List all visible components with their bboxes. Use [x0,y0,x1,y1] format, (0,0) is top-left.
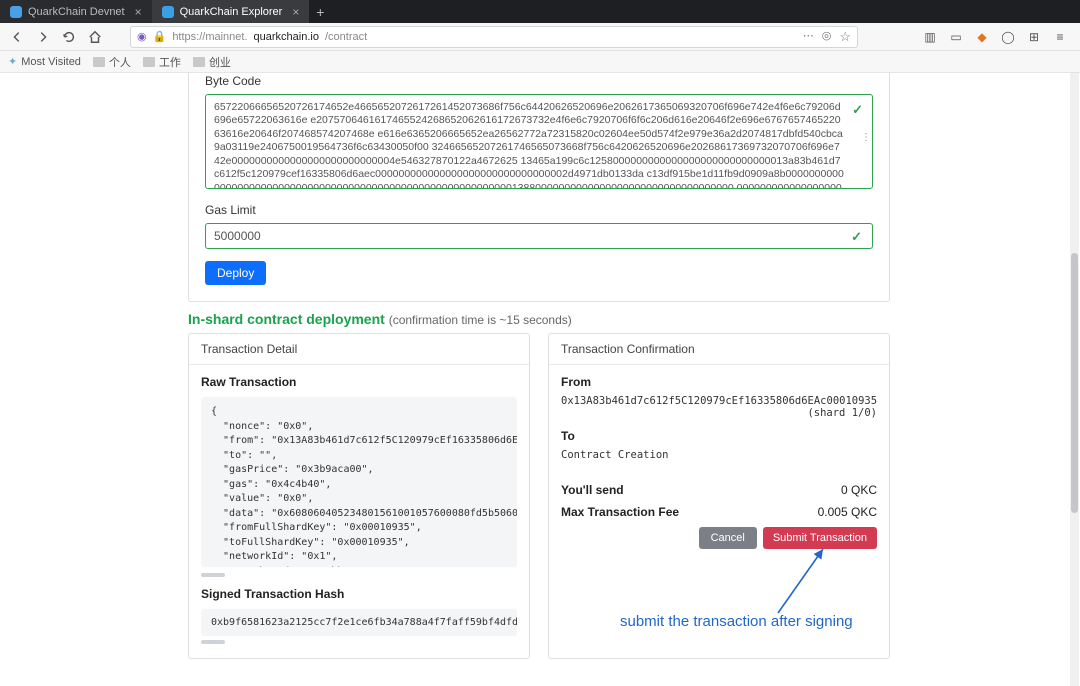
nav-toolbar: ◉ 🔒 https://mainnet. quarkchain.io/contra… [0,23,1080,51]
bookmark-most-visited[interactable]: ✦ Most Visited [8,55,81,68]
favicon-devnet [10,6,22,18]
close-icon[interactable]: × [135,5,142,19]
deploy-card: Byte Code 65722066656520726174652e466565… [188,73,890,302]
bytecode-value: 65722066656520726174652e4665652072617261… [214,101,844,189]
tab-explorer[interactable]: QuarkChain Explorer × [152,0,310,23]
section-subtitle: (confirmation time is ~15 seconds) [389,313,572,327]
back-button[interactable] [6,26,28,48]
bookmark-label: 个人 [109,54,131,70]
youll-send-value: 0 QKC [841,483,877,497]
signed-hash-box[interactable]: 0xb9f6581623a2125cc7f2e1ce6fb34a788a4f7f… [201,609,517,636]
forward-button[interactable] [32,26,54,48]
check-icon: ✓ [851,229,862,245]
from-shard: (shard 1/0) [561,407,877,419]
check-icon: ✓ [852,102,863,118]
scrollbar-thumb[interactable] [1071,253,1078,513]
library-icon[interactable]: ▥ [922,29,938,45]
url-prefix: https://mainnet. [172,31,247,43]
page-scrollbar[interactable] [1070,73,1079,686]
tab-devnet[interactable]: QuarkChain Devnet × [0,0,152,23]
close-icon[interactable]: × [292,5,299,19]
sidebar-icon[interactable]: ▭ [948,29,964,45]
shield-icon: ◉ [137,30,147,43]
gaslimit-label: Gas Limit [205,203,873,217]
transaction-detail-panel: Transaction Detail Raw Transaction { "no… [188,333,530,659]
gaslimit-input[interactable]: 5000000 ✓ [205,223,873,249]
to-value: Contract Creation [561,449,877,461]
url-host: quarkchain.io [254,31,319,43]
scroll-thumb[interactable] [201,573,225,577]
bookmark-label: 创业 [209,54,231,70]
page-actions-icon[interactable]: ⋯ [803,29,814,45]
annotation-arrow-icon [768,543,838,617]
folder-icon [193,57,205,67]
raw-transaction-json[interactable]: { "nonce": "0x0", "from": "0x13A83b461d7… [201,397,517,567]
extension-icon[interactable]: ⊞ [1026,29,1042,45]
cancel-button[interactable]: Cancel [699,527,757,549]
annotation-text: submit the transaction after signing [620,613,853,630]
url-path: /contract [325,31,367,43]
bookmark-label: Most Visited [21,56,81,68]
panel-title: Transaction Detail [189,334,529,365]
section-title: In-shard contract deployment [188,311,385,327]
most-visited-icon: ✦ [8,55,17,68]
signed-hash-value: 0xb9f6581623a2125cc7f2e1ce6fb34a788a4f7f… [211,617,517,628]
panel-title: Transaction Confirmation [549,334,889,365]
bookmark-folder-1[interactable]: 个人 [93,54,131,70]
home-button[interactable] [84,26,106,48]
reload-button[interactable] [58,26,80,48]
raw-transaction-label: Raw Transaction [201,375,517,389]
max-fee-value: 0.005 QKC [818,505,877,519]
account-icon[interactable]: ◯ [1000,29,1016,45]
favicon-explorer [162,6,174,18]
tab-bar: QuarkChain Devnet × QuarkChain Explorer … [0,0,1080,23]
from-address: 0x13A83b461d7c612f5C120979cEf16335806d6E… [561,395,877,407]
transaction-confirmation-panel: Transaction Confirmation From 0x13A83b46… [548,333,890,659]
section-heading: In-shard contract deployment (confirmati… [188,311,572,327]
gaslimit-value: 5000000 [214,229,261,243]
resize-handle-icon[interactable]: ⋮ [861,132,871,143]
folder-icon [143,57,155,67]
page-viewport: Byte Code 65722066656520726174652e466565… [0,73,1080,686]
toolbar-right: ▥ ▭ ◆ ◯ ⊞ ≡ [922,29,1074,45]
youll-send-label: You'll send [561,483,624,497]
metamask-icon[interactable]: ◆ [974,29,990,45]
bookmark-star-icon[interactable]: ☆ [839,29,851,45]
new-tab-button[interactable]: + [309,0,331,23]
tab-label: QuarkChain Explorer [180,6,283,18]
to-label: To [561,429,877,443]
tab-label: QuarkChain Devnet [28,6,125,18]
url-bar[interactable]: ◉ 🔒 https://mainnet. quarkchain.io/contra… [130,26,858,48]
bytecode-input[interactable]: 65722066656520726174652e4665652072617261… [205,94,873,189]
bookmark-label: 工作 [159,54,181,70]
bookmark-folder-3[interactable]: 创业 [193,54,231,70]
reader-icon[interactable]: ◎ [822,29,832,45]
bookmark-folder-2[interactable]: 工作 [143,54,181,70]
folder-icon [93,57,105,67]
menu-icon[interactable]: ≡ [1052,29,1068,45]
lock-icon: 🔒 [153,30,167,43]
scroll-thumb[interactable] [201,640,225,644]
deploy-button[interactable]: Deploy [205,261,266,285]
from-label: From [561,375,877,389]
signed-hash-label: Signed Transaction Hash [201,587,517,601]
bytecode-label: Byte Code [205,74,873,88]
bookmarks-bar: ✦ Most Visited 个人 工作 创业 [0,51,1080,73]
raw-json-text: { "nonce": "0x0", "from": "0x13A83b461d7… [211,406,517,567]
max-fee-label: Max Transaction Fee [561,505,679,519]
